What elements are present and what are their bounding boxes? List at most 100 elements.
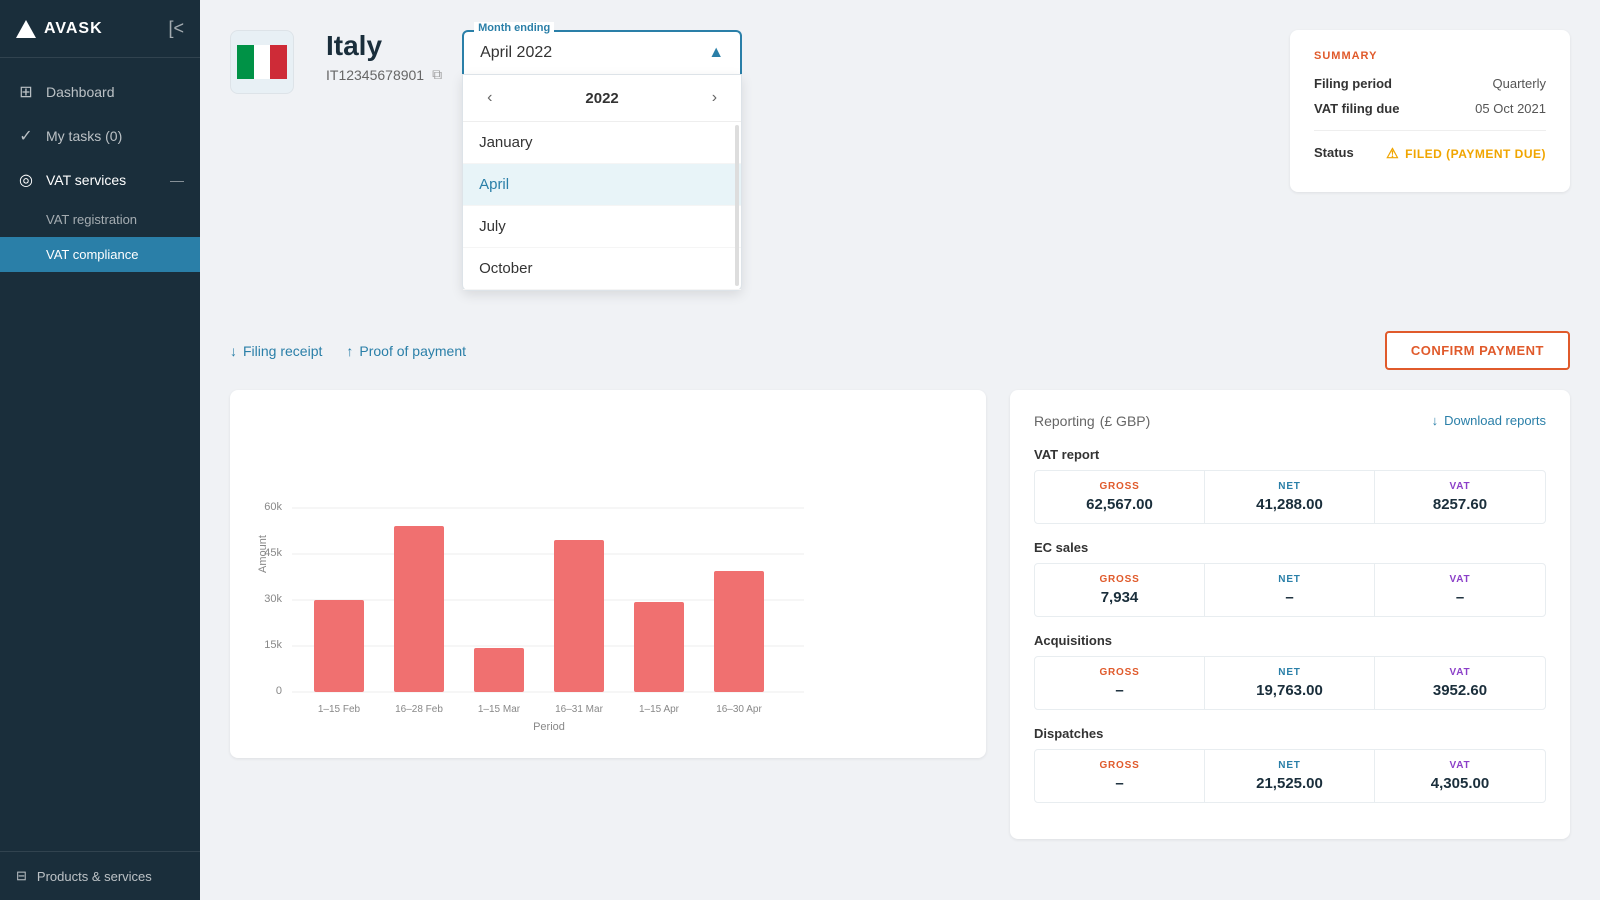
sidebar-item-products-services[interactable]: ⊟ Products & services [16,868,184,884]
dropdown-year-nav: ‹ 2022 › [463,75,741,122]
proof-of-payment-link[interactable]: ↑ Proof of payment [346,343,466,359]
copy-icon[interactable]: ⧉ [432,66,442,83]
chart-section: 0 15k 30k 45k 60k Amount [230,390,986,839]
x-label-1-15-feb: 1–15 Feb [318,704,361,715]
gross-value: – [1051,775,1188,792]
vat-value: 4,305.00 [1391,775,1529,792]
prev-year-button[interactable]: ‹ [479,85,500,111]
sidebar-item-my-tasks[interactable]: ✓ My tasks (0) [0,114,200,158]
month-july[interactable]: July [463,206,741,248]
ec-sales-gross-cell: GROSS 7,934 [1035,564,1205,616]
net-label: NET [1221,667,1358,678]
flag-green [237,45,254,79]
acquisitions-title: Acquisitions [1034,633,1546,648]
flag-white [254,45,271,79]
sidebar-item-label: Dashboard [46,84,115,100]
sidebar-item-dashboard[interactable]: ⊞ Dashboard [0,70,200,114]
period-and-actions: Month ending April 2022 ▲ ‹ 2022 › Janua… [462,30,1270,311]
sidebar-item-vat-registration[interactable]: VAT registration [0,202,200,237]
net-value: – [1221,589,1358,606]
vat-label: VAT [1391,574,1529,585]
chevron-up-icon: ▲ [708,44,724,62]
summary-filing-period: Filing period Quarterly [1314,76,1546,91]
ec-sales-row: GROSS 7,934 NET – VAT – [1034,563,1546,617]
x-label-16-31-mar: 16–31 Mar [555,704,603,715]
vat-due-label: VAT filing due [1314,101,1399,116]
dispatches-gross-cell: GROSS – [1035,750,1205,802]
dispatches-title: Dispatches [1034,726,1546,741]
bar-16-28-feb [394,526,444,692]
gross-value: – [1051,682,1188,699]
vat-report-net-cell: NET 41,288.00 [1205,471,1375,523]
content-row: 0 15k 30k 45k 60k Amount [230,390,1570,839]
month-january[interactable]: January [463,122,741,164]
x-label-16-30-apr: 16–30 Apr [716,704,762,715]
download-icon: ↓ [230,343,237,359]
selected-period: April 2022 [480,44,552,62]
sidebar-item-label: My tasks (0) [46,128,122,144]
vat-due-value: 05 Oct 2021 [1475,101,1546,116]
sub-nav-label: VAT registration [46,212,137,227]
dropdown-scrollbar [735,125,739,286]
country-details: Italy IT12345678901 ⧉ [326,30,442,83]
download-reports-icon: ↓ [1432,413,1439,428]
acquisitions-vat-cell: VAT 3952.60 [1375,657,1545,709]
gross-label: GROSS [1051,667,1188,678]
y-label-30k: 30k [264,593,282,605]
net-label: NET [1221,760,1358,771]
month-april[interactable]: April [463,164,741,206]
country-name: Italy [326,30,442,62]
x-label-1-15-mar: 1–15 Mar [478,704,521,715]
sidebar-bottom-label: Products & services [37,869,152,884]
warning-icon: ⚠ [1386,145,1399,162]
ec-sales-net-cell: NET – [1205,564,1375,616]
country-flag [230,30,294,94]
summary-section: SUMMARY Filing period Quarterly VAT fili… [1290,30,1570,192]
status-badge: ⚠ FILED (PAYMENT DUE) [1386,145,1546,162]
sidebar-item-vat-services[interactable]: ◎ VAT services — [0,158,200,202]
country-info-block: Italy IT12345678901 ⧉ [230,30,442,94]
period-select-button[interactable]: April 2022 ▲ [462,30,742,74]
filing-period-value: Quarterly [1493,76,1546,91]
month-october[interactable]: October [463,248,741,290]
bar-1-15-mar [474,648,524,692]
gross-label: GROSS [1051,760,1188,771]
gross-label: GROSS [1051,574,1188,585]
sidebar-item-vat-compliance[interactable]: VAT compliance [0,237,200,272]
vat-value: – [1391,589,1529,606]
gross-label: GROSS [1051,481,1188,492]
y-axis-title: Amount [257,535,269,573]
bar-1-15-apr [634,602,684,692]
actions-row: ↓ Filing receipt ↑ Proof of payment CONF… [230,331,1570,370]
filing-period-label: Filing period [1314,76,1392,91]
ec-sales-vat-cell: VAT – [1375,564,1545,616]
italy-flag-icon [237,45,287,79]
reporting-box: Reporting (£ GBP) ↓ Download reports VAT… [1010,390,1570,839]
download-reports-link[interactable]: ↓ Download reports [1432,413,1546,428]
main-content: Italy IT12345678901 ⧉ Month ending April… [200,0,1600,900]
reporting-header: Reporting (£ GBP) ↓ Download reports [1034,410,1546,431]
next-year-button[interactable]: › [704,85,725,111]
filing-receipt-link[interactable]: ↓ Filing receipt [230,343,322,359]
confirm-payment-button[interactable]: CONFIRM PAYMENT [1385,331,1570,370]
net-label: NET [1221,574,1358,585]
summary-title: SUMMARY [1314,50,1546,62]
reporting-section: Reporting (£ GBP) ↓ Download reports VAT… [1010,390,1570,839]
acquisitions-row: GROSS – NET 19,763.00 VAT 3952.60 [1034,656,1546,710]
x-label-1-15-apr: 1–15 Apr [639,704,680,715]
net-value: 19,763.00 [1221,682,1358,699]
sub-nav-label: VAT compliance [46,247,139,262]
vat-number-row: IT12345678901 ⧉ [326,66,442,83]
vat-report-row: GROSS 62,567.00 NET 41,288.00 VAT 8257.6… [1034,470,1546,524]
vat-report-vat-cell: VAT 8257.60 [1375,471,1545,523]
vat-value: 8257.60 [1391,496,1529,513]
y-label-0: 0 [276,685,282,697]
sidebar-collapse-button[interactable]: [< [168,18,184,39]
x-axis-title: Period [533,721,565,733]
bar-16-30-apr [714,571,764,692]
x-label-16-28-feb: 16–28 Feb [395,704,443,715]
acquisitions-gross-cell: GROSS – [1035,657,1205,709]
vat-report-section: VAT report GROSS 62,567.00 NET 41,288.00… [1034,447,1546,524]
dispatches-row: GROSS – NET 21,525.00 VAT 4,305.00 [1034,749,1546,803]
sidebar-item-label: VAT services [46,172,126,188]
